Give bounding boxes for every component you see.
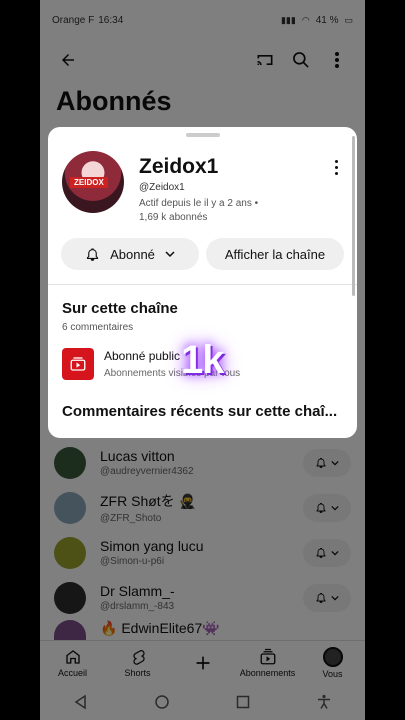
recent-comments-title: Commentaires récents sur cette chaî... [62,403,338,420]
sheet-drag-handle[interactable] [186,133,220,137]
subscribed-button[interactable]: Abonné [61,238,199,270]
scrollbar[interactable] [352,136,355,296]
channel-active-since: Actif depuis le il y a 2 ans • [139,198,259,209]
channel-info-sheet: ZEIDOX Zeidox1 @Zeidox1 Actif depuis le … [48,127,357,438]
view-channel-label: Afficher la chaîne [224,246,326,262]
chevron-down-icon [165,251,175,258]
subscribed-label: Abonné [110,246,155,262]
view-channel-button[interactable]: Afficher la chaîne [206,238,344,270]
watermark-text: 1k [181,338,224,382]
comments-count: 6 commentaires [62,322,134,333]
channel-avatar: ZEIDOX [62,151,124,213]
channel-name: Zeidox1 [139,155,219,178]
subscriptions-public-icon [62,348,94,380]
bell-icon [87,248,99,261]
more-options-icon[interactable] [328,157,344,177]
channel-handle: @Zeidox1 [139,182,185,193]
about-channel-title: Sur cette chaîne [62,300,178,317]
phone-screen: Orange F 16:34 ▮▮▮ ◠ 41 % ▭ Abonnés [40,0,365,720]
public-subscription-title: Abonné public [104,349,181,363]
divider [48,284,357,285]
avatar-logo-text: ZEIDOX [70,177,108,188]
channel-subscriber-count: 1,69 k abonnés [139,212,208,223]
